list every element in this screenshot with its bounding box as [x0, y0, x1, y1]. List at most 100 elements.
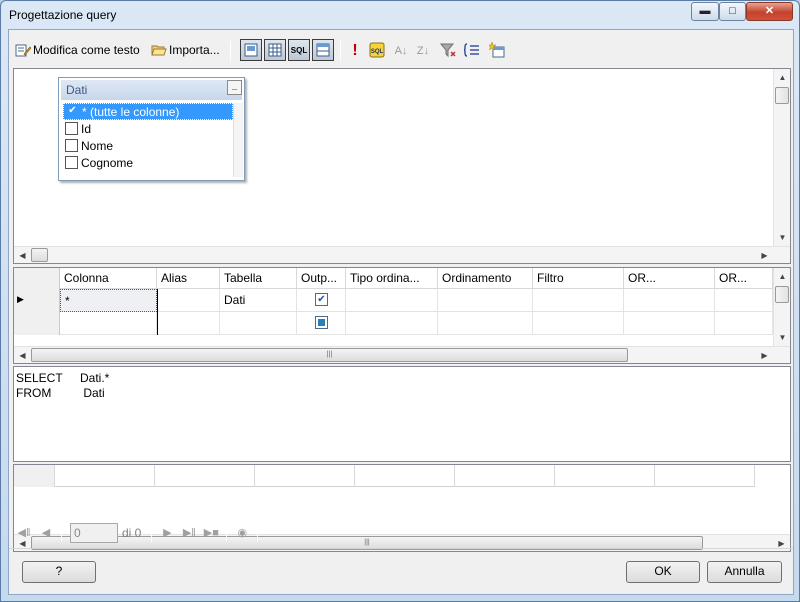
grid-header-colonna[interactable]: Colonna — [60, 268, 157, 289]
cancel-button[interactable]: Annulla — [707, 561, 782, 583]
sql-pane-toggle[interactable]: SQL — [288, 39, 310, 61]
criteria-grid-pane[interactable]: Colonna Alias Tabella Outp... Tipo ordin… — [13, 267, 791, 364]
grid-header-filtro[interactable]: Filtro — [533, 268, 624, 289]
grid-cell-tabella[interactable]: Dati — [220, 289, 297, 312]
grid-cell-alias[interactable] — [157, 289, 220, 312]
results-column-header[interactable] — [455, 465, 555, 487]
grid-vertical-scrollbar[interactable]: ▲ ▼ — [773, 268, 790, 346]
folder-open-icon — [151, 42, 167, 58]
grid-cell-ordinamento[interactable] — [438, 289, 533, 312]
next-record-icon[interactable]: ▶ — [156, 522, 178, 544]
grid-header-ordinamento[interactable]: Ordinamento — [438, 268, 533, 289]
grid-pane-toggle[interactable] — [264, 39, 286, 61]
grid-header-or-2[interactable]: OR... — [715, 268, 773, 289]
previous-record-icon[interactable]: ◀ — [35, 522, 57, 544]
scroll-left-icon[interactable]: ◀ — [14, 247, 31, 263]
grid-header-output[interactable]: Outp... — [297, 268, 346, 289]
column-all[interactable]: ✔ * (tutte le colonne) — [63, 103, 233, 120]
results-column-header[interactable] — [355, 465, 455, 487]
scroll-thumb[interactable] — [31, 248, 48, 262]
grid-pane-icon — [268, 43, 282, 57]
scroll-right-icon[interactable]: ▶ — [756, 247, 773, 263]
scroll-thumb[interactable]: ||| — [31, 348, 628, 362]
first-record-icon[interactable]: ◀‖ — [13, 522, 35, 544]
new-record-icon[interactable]: ▶■ — [200, 522, 222, 544]
filter-icon[interactable] — [439, 42, 457, 60]
grid-cell-tipo-ordinamento[interactable] — [346, 289, 438, 312]
column-nome[interactable]: Nome — [63, 137, 233, 154]
sql-keyword: FROM — [16, 386, 52, 400]
maximize-button[interactable]: □ — [719, 2, 746, 21]
grid-cell-colonna[interactable] — [60, 312, 157, 335]
help-button[interactable]: ? — [22, 561, 96, 583]
grid-cell-tabella[interactable] — [220, 312, 297, 335]
grid-cell-output[interactable]: ✔ — [297, 289, 346, 312]
edit-as-text-button[interactable]: Modifica come testo — [15, 38, 140, 62]
diagram-pane-toggle[interactable] — [240, 39, 262, 61]
results-column-header[interactable] — [255, 465, 355, 487]
verify-sql-icon[interactable]: SQL — [368, 42, 386, 60]
grid-cell-output[interactable] — [297, 312, 346, 335]
grid-cell-or-2[interactable] — [715, 289, 773, 312]
diagram-vertical-scrollbar[interactable]: ▲ ▼ — [773, 69, 790, 246]
grid-header-or-1[interactable]: OR... — [624, 268, 715, 289]
grid-cell-tipo-ordinamento[interactable] — [346, 312, 438, 335]
checkbox[interactable] — [65, 122, 78, 135]
scroll-up-icon[interactable]: ▲ — [774, 69, 790, 86]
column-id[interactable]: Id — [63, 120, 233, 137]
close-button[interactable]: ✕ — [746, 2, 793, 21]
grid-horizontal-scrollbar[interactable]: ◀ ||| ▶ — [14, 346, 790, 363]
grid-header-alias[interactable]: Alias — [157, 268, 220, 289]
grid-cell-or-2[interactable] — [715, 312, 773, 335]
ok-button[interactable]: OK — [626, 561, 700, 583]
group-by-icon[interactable] — [463, 42, 481, 60]
diagram-pane[interactable]: Dati _ ✔ * (tutte le colonne) Id Nome Co… — [13, 68, 791, 264]
output-checkbox-checked-icon[interactable]: ✔ — [315, 293, 328, 306]
results-column-header[interactable] — [55, 465, 155, 487]
table-scrollbar[interactable] — [233, 103, 243, 177]
checkbox[interactable] — [65, 139, 78, 152]
grid-cell-alias[interactable] — [157, 312, 220, 335]
table-dati-box[interactable]: Dati _ ✔ * (tutte le colonne) Id Nome Co… — [58, 77, 245, 181]
column-cognome[interactable]: Cognome — [63, 154, 233, 171]
diagram-horizontal-scrollbar[interactable]: ◀ ▶ — [14, 246, 790, 263]
sort-descending-icon[interactable]: Z↓ — [414, 42, 432, 60]
minimize-button[interactable]: ▬ — [691, 2, 719, 21]
import-button[interactable]: Importa... — [151, 38, 220, 62]
grid-header-tabella[interactable]: Tabella — [220, 268, 297, 289]
grid-cell-filtro[interactable] — [533, 312, 624, 335]
scroll-left-icon[interactable]: ◀ — [14, 347, 31, 363]
grid-cell-or-1[interactable] — [624, 289, 715, 312]
scroll-thumb[interactable] — [775, 286, 789, 303]
checkbox[interactable] — [65, 156, 78, 169]
scroll-thumb[interactable] — [775, 87, 789, 104]
sort-ascending-icon[interactable]: A↓ — [392, 42, 410, 60]
results-pane-toggle[interactable] — [312, 39, 334, 61]
grid-header-tipo-ordinamento[interactable]: Tipo ordina... — [346, 268, 438, 289]
grid-row[interactable] — [14, 312, 773, 335]
record-count-label: di 0 — [122, 526, 142, 540]
last-record-icon[interactable]: ▶‖ — [178, 522, 200, 544]
grid-cell-colonna[interactable]: * — [60, 289, 157, 312]
grid-cell-or-1[interactable] — [624, 312, 715, 335]
grid-cell-filtro[interactable] — [533, 289, 624, 312]
scroll-right-icon[interactable]: ▶ — [756, 347, 773, 363]
output-checkbox-indeterminate-icon[interactable] — [315, 316, 328, 329]
toolbar-separator — [340, 41, 341, 61]
checkbox-checked-icon[interactable]: ✔ — [66, 105, 79, 118]
add-table-icon[interactable] — [487, 41, 506, 60]
grid-row[interactable]: ▶ * Dati ✔ — [14, 289, 773, 312]
record-position-input[interactable]: 0 — [70, 523, 118, 543]
table-minimize-button[interactable]: _ — [227, 80, 242, 95]
sql-text[interactable]: SELECT Dati.* FROM Dati — [16, 371, 109, 401]
results-column-header[interactable] — [155, 465, 255, 487]
run-icon[interactable]: ! — [346, 42, 364, 60]
grid-cell-ordinamento[interactable] — [438, 312, 533, 335]
results-column-header[interactable] — [655, 465, 755, 487]
cancel-query-icon[interactable]: ◉ — [231, 522, 253, 544]
scroll-down-icon[interactable]: ▼ — [774, 329, 790, 346]
scroll-up-icon[interactable]: ▲ — [774, 268, 790, 285]
sql-pane[interactable]: SELECT Dati.* FROM Dati — [13, 366, 791, 462]
scroll-down-icon[interactable]: ▼ — [774, 229, 790, 246]
results-column-header[interactable] — [555, 465, 655, 487]
